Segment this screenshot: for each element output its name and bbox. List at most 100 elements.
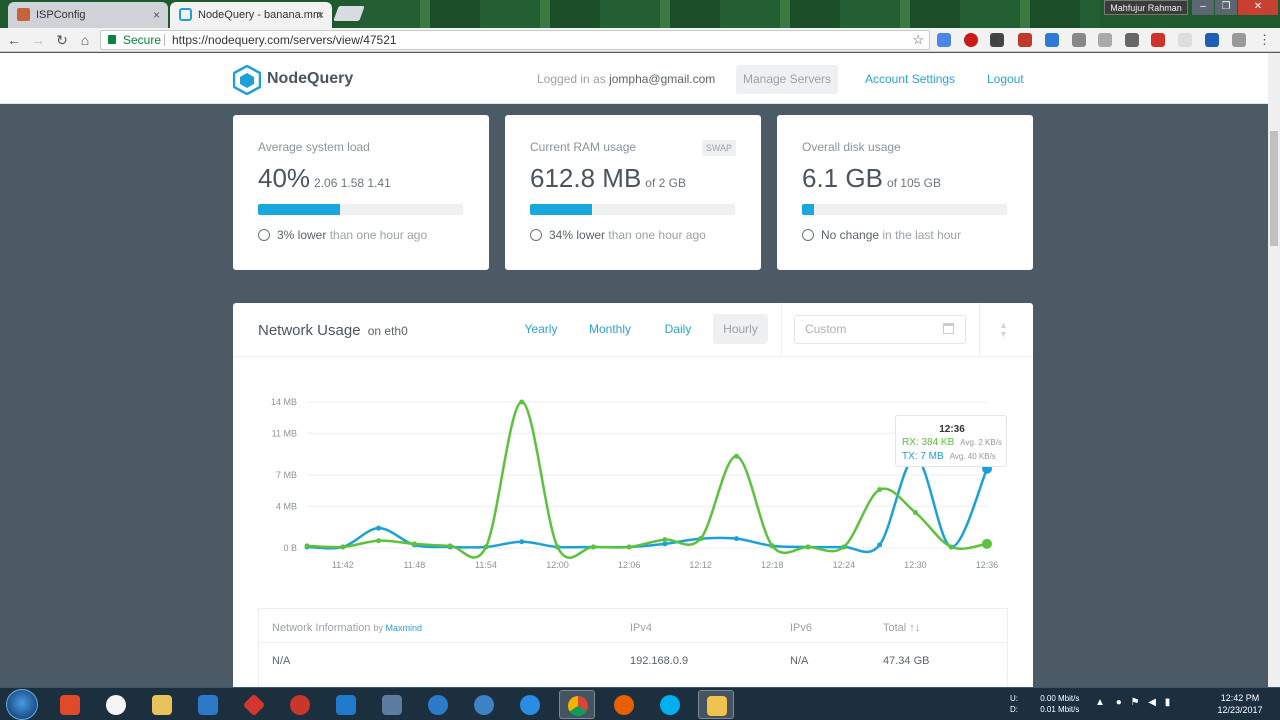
manage-servers-button[interactable]: Manage Servers [736,65,838,94]
data-point-rx [877,487,883,493]
range-yearly[interactable]: Yearly [515,314,567,344]
network-taskbar-icon[interactable] [374,690,410,719]
x-tick-label: 11:42 [332,560,354,570]
home-button[interactable]: ⌂ [77,32,93,48]
cell-ipv6: N/A [790,655,809,667]
rx-value: RX: 384 KB [902,437,955,448]
tab-close-icon[interactable]: × [317,8,324,22]
xampp-taskbar-icon[interactable] [98,690,134,719]
extension-icon[interactable] [1178,33,1192,47]
extension-icon[interactable] [1018,33,1032,47]
system-clock[interactable]: 12:42 PM 12/23/2017 [1210,692,1270,716]
y-tick-label: 14 MB [271,397,297,407]
volume-icon[interactable]: ◀ [1148,697,1156,708]
data-point-tx [733,536,739,542]
app-taskbar-icon[interactable] [420,690,456,719]
app-taskbar-icon[interactable] [236,690,272,719]
app-taskbar-icon[interactable] [698,690,734,719]
cloud-extension-icon[interactable] [1098,33,1112,47]
y-tick-label: 11 MB [272,428,297,438]
ram-total: of 2 GB [645,176,686,190]
disk-usage-card: Overall disk usage 6.1 GB of 105 GB No ch… [777,115,1033,270]
profile-name[interactable]: Mahfujur Rahman [1104,0,1188,15]
scrollbar-thumb[interactable] [1270,131,1278,246]
tab-title: NodeQuery - banana.mm [198,9,323,21]
custom-date-input[interactable]: Custom [794,315,966,344]
address-bar[interactable]: Secure https://nodequery.com/servers/vie… [100,30,930,50]
tab-nodequery[interactable]: NodeQuery - banana.mm × [170,2,332,28]
account-settings-link[interactable]: Account Settings [865,72,955,86]
data-point-rx [662,537,668,543]
maxmind-link[interactable]: Maxmind [386,623,423,633]
maximize-button[interactable]: ❐ [1215,0,1237,15]
apps-taskbar-icon[interactable] [52,690,88,719]
visual-studio-code-taskbar-icon[interactable] [328,690,364,719]
firefox-taskbar-icon[interactable] [606,690,642,719]
extension-icon[interactable] [1125,33,1139,47]
close-window-button[interactable]: ✕ [1238,0,1278,15]
app-taskbar-icon[interactable] [466,690,502,719]
new-tab-button[interactable] [333,6,365,21]
brand-name[interactable]: NodeQuery [267,70,353,88]
header-total-sortable[interactable]: Total ↑↓ [883,622,920,634]
ram-progress-bar [530,204,735,215]
extension-icon[interactable] [1232,33,1246,47]
file-explorer-taskbar-icon[interactable] [144,690,180,719]
x-tick-label: 12:06 [618,560,641,570]
minimize-button[interactable]: – [1192,0,1214,15]
action-center-icon[interactable]: ⚑ [1131,697,1140,708]
extension-icon[interactable] [1045,33,1059,47]
range-daily[interactable]: Daily [653,314,703,344]
bookmark-star-icon[interactable]: ☆ [912,31,924,49]
network-icon[interactable]: ▮ [1165,697,1171,708]
data-point-rx [483,544,489,550]
data-point-tx [877,542,883,548]
tab-ispconfig[interactable]: ISPConfig × [8,2,168,28]
minus-circle-icon [802,229,814,241]
app-taskbar-icon[interactable] [282,690,318,719]
tab-close-icon[interactable]: × [153,8,160,22]
divider [259,642,1009,643]
card-footer: 3% lower than one hour ago [258,228,427,242]
swap-toggle[interactable]: SWAP [701,140,736,156]
download-extension-icon[interactable] [1151,33,1165,47]
range-monthly[interactable]: Monthly [581,314,639,344]
x-tick-label: 12:12 [689,560,712,570]
page-scrollbar[interactable] [1268,53,1280,687]
reload-button[interactable]: ↻ [54,32,70,48]
card-title: Overall disk usage [802,140,901,154]
forward-button[interactable]: → [30,32,46,48]
logout-link[interactable]: Logout [987,72,1024,86]
clock-time: 12:42 PM [1220,693,1260,703]
net-speed-meter: U: 0.00 Mbit/s D: 0.01 Mbit/s [1010,693,1079,715]
delta-context: than one hour ago [329,228,428,242]
back-button[interactable]: ← [6,32,22,48]
network-info-table: Network Information by Maxmind IPv4 IPv6… [258,608,1009,698]
header-ipv4: IPv4 [630,622,653,634]
data-point-rx [698,536,704,542]
url-text[interactable]: https://nodequery.com/servers/view/47521 [172,31,397,49]
chrome-taskbar-icon[interactable] [559,690,595,719]
range-hourly[interactable]: Hourly [713,314,768,344]
new-extension-icon[interactable] [1205,33,1219,47]
tray-app-icon[interactable]: ● [1116,697,1122,708]
skype-taskbar-icon[interactable] [652,690,688,719]
sort-arrows-icon[interactable]: ▲ ▼ [999,321,1008,339]
y-axis-ticks: 0 B 4 MB 7 MB 11 MB 14 MB [271,397,297,553]
translate-extension-icon[interactable] [937,33,951,47]
start-button[interactable] [6,689,38,720]
internet-explorer-taskbar-icon[interactable] [512,690,548,719]
data-point-rx [805,544,811,550]
show-hidden-icons-icon[interactable]: ▲ [1095,697,1105,708]
system-tray[interactable]: ▲ ● ⚑ ◀ ▮ [1095,697,1170,708]
security-taskbar-icon[interactable] [190,690,226,719]
ip-extension-icon[interactable] [1072,33,1086,47]
calendar-icon[interactable] [943,323,954,334]
up-label: U: [1010,694,1018,703]
opera-extension-icon[interactable] [964,33,978,47]
x-tick-label: 12:30 [904,560,927,570]
card-footer: 34% lower than one hour ago [530,228,706,242]
menu-dots-icon[interactable]: ⋮ [1258,33,1272,47]
pocket-extension-icon[interactable] [990,33,1004,47]
data-point-rx [841,544,847,550]
